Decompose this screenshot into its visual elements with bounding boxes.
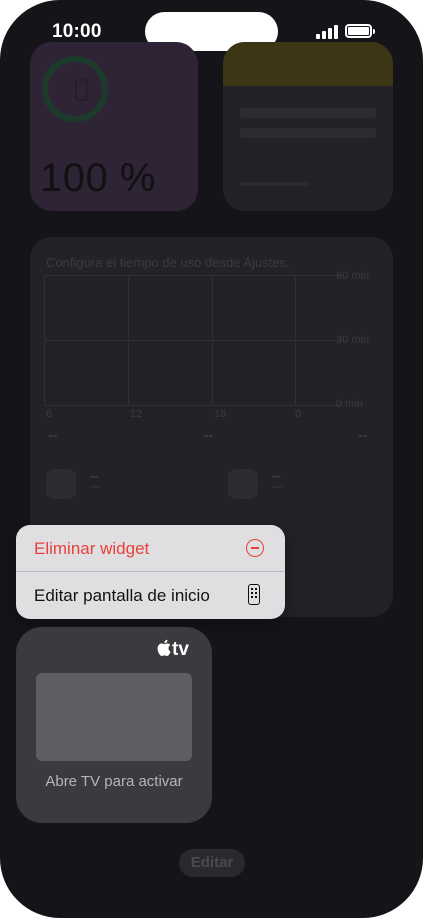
grid-line (295, 275, 296, 405)
apple-tv-widget[interactable]: tv Abre TV para activar (16, 627, 212, 823)
remove-widget-label: Eliminar widget (34, 539, 150, 558)
grid-line (44, 275, 45, 405)
y-axis-label: 60 min (336, 270, 370, 282)
x-axis-label: 6 (46, 408, 53, 420)
phone-icon (75, 79, 88, 101)
widget-context-menu: Eliminar widget Editar pantalla de inici… (16, 525, 285, 619)
total-value: -- (358, 427, 368, 443)
notes-widget[interactable] (223, 42, 393, 211)
remove-widget-menu-item[interactable]: Eliminar widget (16, 525, 285, 572)
grid-line (212, 275, 213, 405)
edit-home-screen-label: Editar pantalla de inicio (34, 586, 210, 605)
apple-tv-logo: tv (157, 639, 189, 661)
edit-button[interactable]: Editar (179, 849, 245, 877)
app-icon (228, 469, 258, 499)
y-axis-label: 0 min (336, 398, 363, 410)
screen-time-caption: Configura el tiempo de uso desde Ajustes… (46, 255, 290, 270)
x-axis-label: 12 (130, 408, 143, 420)
total-value: -- (204, 427, 214, 443)
tv-logo-text: tv (172, 639, 189, 660)
minus-circle-icon (246, 539, 264, 557)
status-time: 10:00 (52, 21, 102, 42)
signal-icon (316, 25, 338, 39)
battery-percentage: 100 % (40, 156, 156, 200)
battery-widget[interactable]: 100 % (30, 42, 198, 211)
app-value: -- (272, 468, 281, 483)
battery-ring (42, 56, 108, 122)
notes-line (240, 108, 376, 118)
tv-thumbnail-placeholder (36, 673, 192, 761)
tv-caption: Abre TV para activar (45, 773, 183, 790)
total-value: -- (48, 427, 58, 443)
x-axis-label: 0 (295, 408, 302, 420)
notes-line (240, 128, 376, 138)
notes-header (223, 42, 393, 86)
x-axis-label: 18 (214, 408, 227, 420)
grid-line (128, 275, 129, 405)
app-sub-value (90, 486, 100, 488)
phone-screen: 10:00 100 % Configura el tiempo de uso d… (0, 0, 423, 918)
notes-line (240, 182, 310, 186)
y-axis-label: 30 min (336, 334, 370, 346)
home-screen-icon (248, 584, 260, 605)
app-sub-value (272, 486, 282, 488)
grid-line (44, 405, 340, 406)
app-value: -- (90, 468, 99, 483)
app-icon (46, 469, 76, 499)
battery-icon (345, 24, 375, 38)
edit-home-screen-menu-item[interactable]: Editar pantalla de inicio (16, 572, 285, 619)
apple-icon (157, 639, 171, 656)
